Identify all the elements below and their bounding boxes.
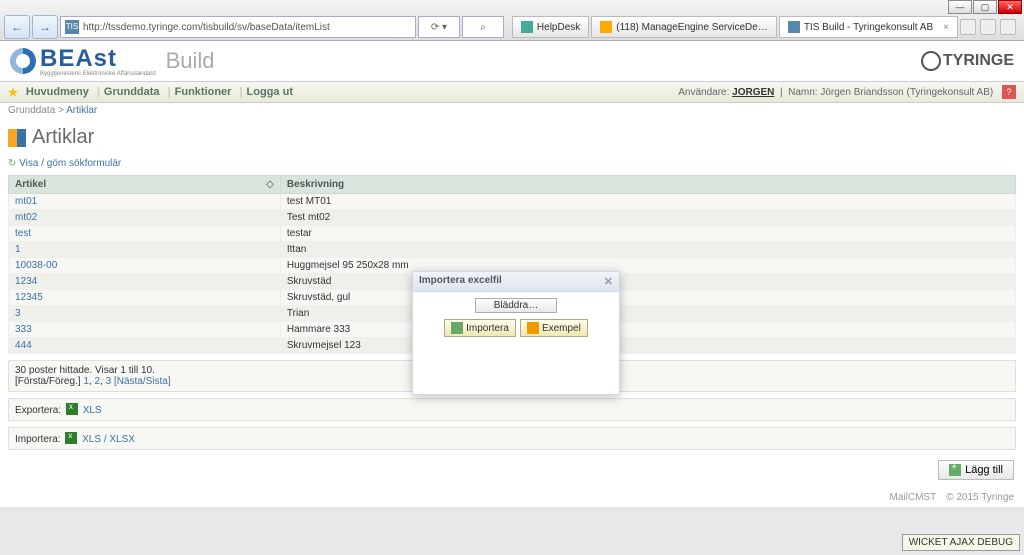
tis-favicon [788, 21, 800, 33]
logo-mark-icon [10, 48, 36, 74]
beskrivning-cell: Ittan [280, 242, 1015, 258]
beskrivning-cell: Huggmejsel 95 250x28 mm [280, 258, 1015, 274]
example-icon [527, 322, 539, 334]
upload-icon [451, 322, 463, 334]
url-search-controls[interactable]: ⟳ ▾ [418, 16, 460, 38]
beast-logo: BEAst Byggtjenestens Elektroniske Affärs… [10, 45, 215, 77]
table-row: testtestar [9, 226, 1016, 242]
nav-back-button[interactable]: ← [4, 15, 30, 39]
table-row: mt02Test mt02 [9, 210, 1016, 226]
artikel-cell[interactable]: 12345 [9, 290, 281, 306]
menu-loggaut[interactable]: Logga ut [247, 86, 293, 98]
menu-grunddata[interactable]: Grunddata [104, 86, 160, 98]
menu-funktioner[interactable]: Funktioner [175, 86, 232, 98]
modal-title: Importera excelfil [419, 275, 502, 288]
tab-close-icon[interactable]: × [943, 22, 949, 33]
address-bar[interactable]: TIS http://tssdemo.tyringe.com/tisbuild/… [60, 16, 416, 38]
beskrivning-cell: Hammare 333 [280, 322, 1015, 338]
export-xls-link[interactable]: XLS [83, 405, 102, 416]
help-icon[interactable]: ? [1002, 85, 1016, 99]
pager-first: [Första/Föreg.] [15, 376, 81, 387]
user-info: Användare: JORGEN | Namn: Jörgen Briands… [678, 85, 1016, 99]
pager-next[interactable]: [Nästa/Sista] [114, 376, 171, 387]
table-row: mt01test MT01 [9, 194, 1016, 210]
export-row: Exportera: XLS [8, 398, 1016, 421]
breadcrumb-link[interactable]: Artiklar [66, 105, 97, 116]
artikel-cell[interactable]: 3 [9, 306, 281, 322]
import-xls-link[interactable]: XLS / XLSX [82, 434, 135, 445]
browse-button[interactable]: Bläddra… [475, 298, 557, 313]
add-button[interactable]: Lägg till [938, 460, 1014, 480]
menu-huvudmeny[interactable]: Huvudmeny [26, 86, 89, 98]
artikel-cell[interactable]: 444 [9, 338, 281, 354]
artikel-cell[interactable]: 1 [9, 242, 281, 258]
nav-forward-button[interactable]: → [32, 15, 58, 39]
manageengine-favicon [600, 21, 612, 33]
tyringe-logo: TYRINGE [921, 51, 1014, 71]
artikel-cell[interactable]: 1234 [9, 274, 281, 290]
window-minimize-button[interactable]: — [948, 0, 972, 14]
import-row: Importera: XLS / XLSX [8, 427, 1016, 450]
beskrivning-cell: testar [280, 226, 1015, 242]
tools-icon[interactable] [1000, 19, 1016, 35]
beskrivning-cell: test MT01 [280, 194, 1015, 210]
helpdesk-favicon [521, 21, 533, 33]
modal-import-button[interactable]: Importera [444, 319, 516, 337]
modal-example-button[interactable]: Exempel [520, 319, 588, 337]
footer-right: © 2015 Tyringe [946, 492, 1014, 503]
beskrivning-cell: Skruvstäd, gul [280, 290, 1015, 306]
window-close-button[interactable]: ✕ [998, 0, 1022, 14]
tab-helpdesk[interactable]: HelpDesk [512, 16, 589, 38]
pager-2[interactable]: 2 [94, 376, 100, 387]
beskrivning-cell: Skruvmejsel 123 [280, 338, 1015, 354]
artikel-cell[interactable]: mt02 [9, 210, 281, 226]
artikel-cell[interactable]: mt01 [9, 194, 281, 210]
artikel-cell[interactable]: 10038-00 [9, 258, 281, 274]
title-icon [8, 129, 26, 147]
modal-close-icon[interactable]: ✕ [604, 275, 613, 288]
site-favicon: TIS [65, 20, 79, 34]
home-icon[interactable] [960, 19, 976, 35]
col-artikel[interactable]: Artikel◇ [9, 176, 281, 194]
pager-1[interactable]: 1 [83, 376, 89, 387]
footer-left: MailCMST [890, 492, 937, 503]
window-titlebar: — ▢ ✕ [0, 0, 1024, 14]
tab-tis-build[interactable]: TIS Build - Tyringekonsult AB× [779, 16, 958, 38]
import-modal: Importera excelfil ✕ Bläddra… Importera … [412, 271, 620, 395]
plus-icon [949, 464, 961, 476]
search-icon[interactable]: ⌕ [462, 16, 504, 38]
table-row: 1Ittan [9, 242, 1016, 258]
url-text: http://tssdemo.tyringe.com/tisbuild/sv/b… [83, 22, 330, 33]
artikel-cell[interactable]: 333 [9, 322, 281, 338]
gear-icon [921, 51, 941, 71]
xls-icon [65, 432, 77, 444]
toggle-search-link[interactable]: Visa / göm sökformulär [8, 158, 121, 169]
tab-manageengine[interactable]: (118) ManageEngine ServiceDe… [591, 16, 777, 38]
pager-3[interactable]: 3 [106, 376, 112, 387]
window-maximize-button[interactable]: ▢ [973, 0, 997, 14]
star-icon: ★ [8, 86, 18, 99]
sort-icon[interactable]: ◇ [266, 179, 274, 190]
beskrivning-cell: Test mt02 [280, 210, 1015, 226]
breadcrumb: Grunddata > Artiklar [0, 103, 1024, 118]
wicket-debug[interactable]: WICKET AJAX DEBUG [902, 534, 1020, 551]
xls-icon [66, 403, 78, 415]
favorites-icon[interactable] [980, 19, 996, 35]
page-title: Artiklar [8, 126, 1016, 149]
col-beskrivning[interactable]: Beskrivning [280, 176, 1015, 194]
beskrivning-cell: Trian [280, 306, 1015, 322]
artikel-cell[interactable]: test [9, 226, 281, 242]
beskrivning-cell: Skruvstäd [280, 274, 1015, 290]
